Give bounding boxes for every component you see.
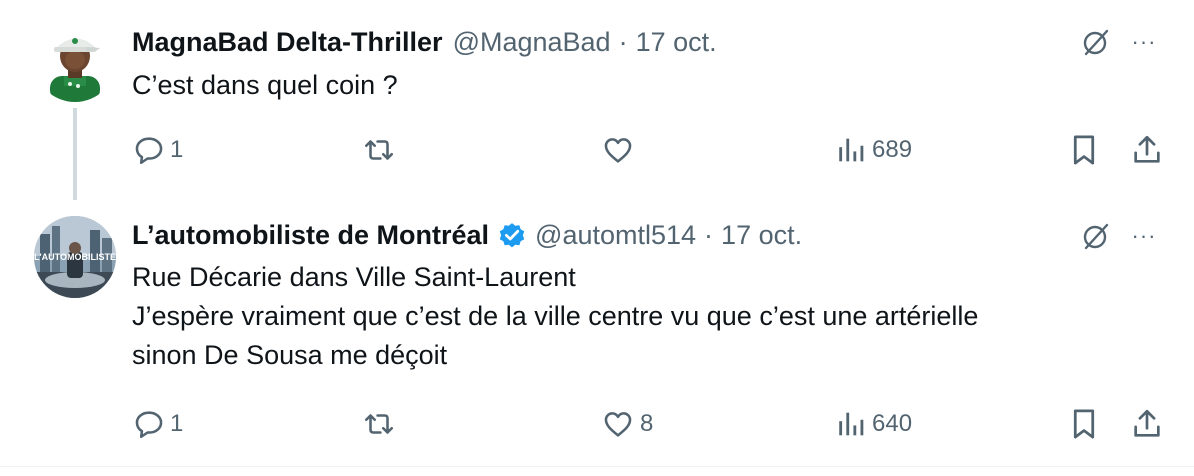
bar-chart-icon — [839, 412, 864, 436]
tweet-text: Rue Décarie dans Ville Saint-Laurent J’e… — [132, 258, 1132, 375]
like-count: 8 — [640, 410, 654, 437]
tweet-automtl514[interactable]: L'AUTOMOBILISTE L’automobiliste de Montr… — [0, 200, 1194, 466]
avatar-magnabad[interactable] — [34, 20, 116, 102]
city-skyline-avatar-icon: L'AUTOMOBILISTE — [34, 216, 116, 298]
avatar-brand-text: L'AUTOMOBILISTE — [34, 252, 116, 262]
avatar-automtl514[interactable]: L'AUTOMOBILISTE — [34, 216, 116, 298]
tweet-actions: 1 689 — [0, 130, 1194, 170]
bottom-divider — [0, 466, 1194, 467]
grok-button[interactable] — [1076, 22, 1116, 62]
ellipsis-icon: ··· — [1131, 223, 1157, 248]
heart-icon — [604, 412, 632, 437]
author-handle[interactable]: @automtl514 — [535, 220, 696, 251]
grok-button[interactable] — [1076, 216, 1116, 256]
heart-icon — [604, 138, 632, 163]
ellipsis-icon: ··· — [1131, 29, 1157, 54]
reply-count: 1 — [170, 410, 184, 437]
tweet-text-line: C’est dans quel coin ? — [132, 70, 398, 100]
reply-count: 1 — [170, 136, 184, 163]
retweet-button[interactable] — [360, 404, 402, 444]
speech-bubble-icon — [135, 137, 163, 165]
tweet-magnabad[interactable]: MagnaBad Delta-Thriller @MagnaBad · 17 o… — [0, 0, 1194, 200]
tweet-text-line: J’espère vraiment que c’est de la ville … — [132, 301, 979, 331]
reply-button[interactable]: 1 — [132, 130, 183, 170]
bar-chart-icon — [839, 138, 864, 162]
tweet-text-line: sinon De Sousa me déçoit — [132, 340, 448, 370]
header-separator: · — [618, 26, 628, 57]
bookmark-button[interactable] — [1068, 404, 1100, 444]
reply-button[interactable]: 1 — [132, 404, 183, 444]
views-button[interactable]: 640 — [836, 404, 912, 444]
share-button[interactable] — [1130, 404, 1164, 444]
tweet-header: MagnaBad Delta-Thriller @MagnaBad · 17 o… — [132, 22, 717, 62]
retweet-arrows-icon — [364, 140, 394, 160]
author-handle[interactable]: @MagnaBad — [453, 27, 611, 58]
share-upload-icon — [1134, 409, 1160, 437]
like-button[interactable]: 8 — [600, 404, 653, 444]
bookmark-button[interactable] — [1068, 130, 1100, 170]
bookmark-icon — [1073, 409, 1095, 439]
speech-bubble-icon — [135, 411, 163, 439]
retweet-button[interactable] — [360, 130, 402, 170]
tweet-date[interactable]: 17 oct. — [636, 27, 717, 58]
tweet-date[interactable]: 17 oct. — [721, 220, 802, 251]
cartoon-avatar-icon — [34, 20, 116, 102]
like-button[interactable] — [600, 130, 640, 170]
views-button[interactable]: 689 — [836, 130, 912, 170]
tweet-actions: 1 8 640 — [0, 404, 1194, 444]
tweet-header: L’automobiliste de Montréal @automtl514 … — [132, 215, 802, 255]
views-count: 689 — [872, 136, 913, 163]
verified-badge-icon[interactable] — [497, 220, 527, 250]
author-name[interactable]: MagnaBad Delta-Thriller — [132, 27, 443, 58]
tweet-text: C’est dans quel coin ? — [132, 66, 1132, 105]
grok-slash-circle-icon — [1083, 29, 1109, 56]
views-count: 640 — [872, 410, 913, 437]
share-upload-icon — [1134, 135, 1160, 163]
more-options-button[interactable]: ··· — [1124, 22, 1164, 62]
retweet-arrows-icon — [364, 414, 394, 434]
tweet-text-line: Rue Décarie dans Ville Saint-Laurent — [132, 262, 576, 292]
share-button[interactable] — [1130, 130, 1164, 170]
grok-slash-circle-icon — [1083, 223, 1109, 250]
header-separator: · — [704, 219, 714, 250]
more-options-button[interactable]: ··· — [1124, 216, 1164, 256]
bookmark-icon — [1073, 135, 1095, 165]
author-name[interactable]: L’automobiliste de Montréal — [132, 220, 489, 251]
